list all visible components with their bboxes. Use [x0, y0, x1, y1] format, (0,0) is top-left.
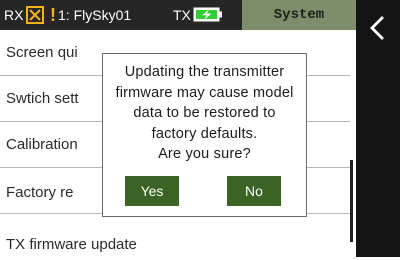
dialog-line: Are you sure? — [158, 146, 251, 162]
menu-item-tx-firmware-update[interactable]: TX firmware update — [0, 214, 350, 260]
menu-item-label: Factory re — [6, 184, 74, 201]
chevron-left-icon[interactable] — [356, 10, 400, 46]
rx-label: RX — [4, 7, 24, 23]
dialog-line: data to be restored to — [133, 105, 276, 121]
confirm-dialog: Updating the transmitter firmware may ca… — [102, 53, 307, 217]
warning-icon: ! — [50, 5, 56, 25]
dialog-line: factory defaults. — [151, 125, 258, 142]
dialog-line: firmware may cause model — [115, 84, 294, 101]
tab-system[interactable]: System — [242, 0, 356, 30]
tx-label: TX — [173, 7, 191, 23]
dialog-message: Updating the transmitter firmware may ca… — [103, 62, 306, 165]
yes-button[interactable]: Yes — [125, 176, 179, 206]
no-button[interactable]: No — [227, 176, 281, 206]
menu-item-label: Swtich sett — [6, 90, 79, 107]
model-name: 1: FlySky01 — [58, 7, 132, 23]
dialog-line: Updating the transmitter — [124, 64, 285, 80]
battery-charging-icon — [193, 7, 222, 22]
menu-item-label: Screen qui — [6, 44, 78, 61]
scrollbar[interactable] — [350, 160, 353, 242]
status-bar: RX ! 1: FlySky01 TX System — [0, 0, 356, 30]
menu-item-label: TX firmware update — [6, 236, 137, 253]
menu-item-label: Calibration — [6, 136, 78, 153]
x-box-icon — [26, 6, 44, 24]
